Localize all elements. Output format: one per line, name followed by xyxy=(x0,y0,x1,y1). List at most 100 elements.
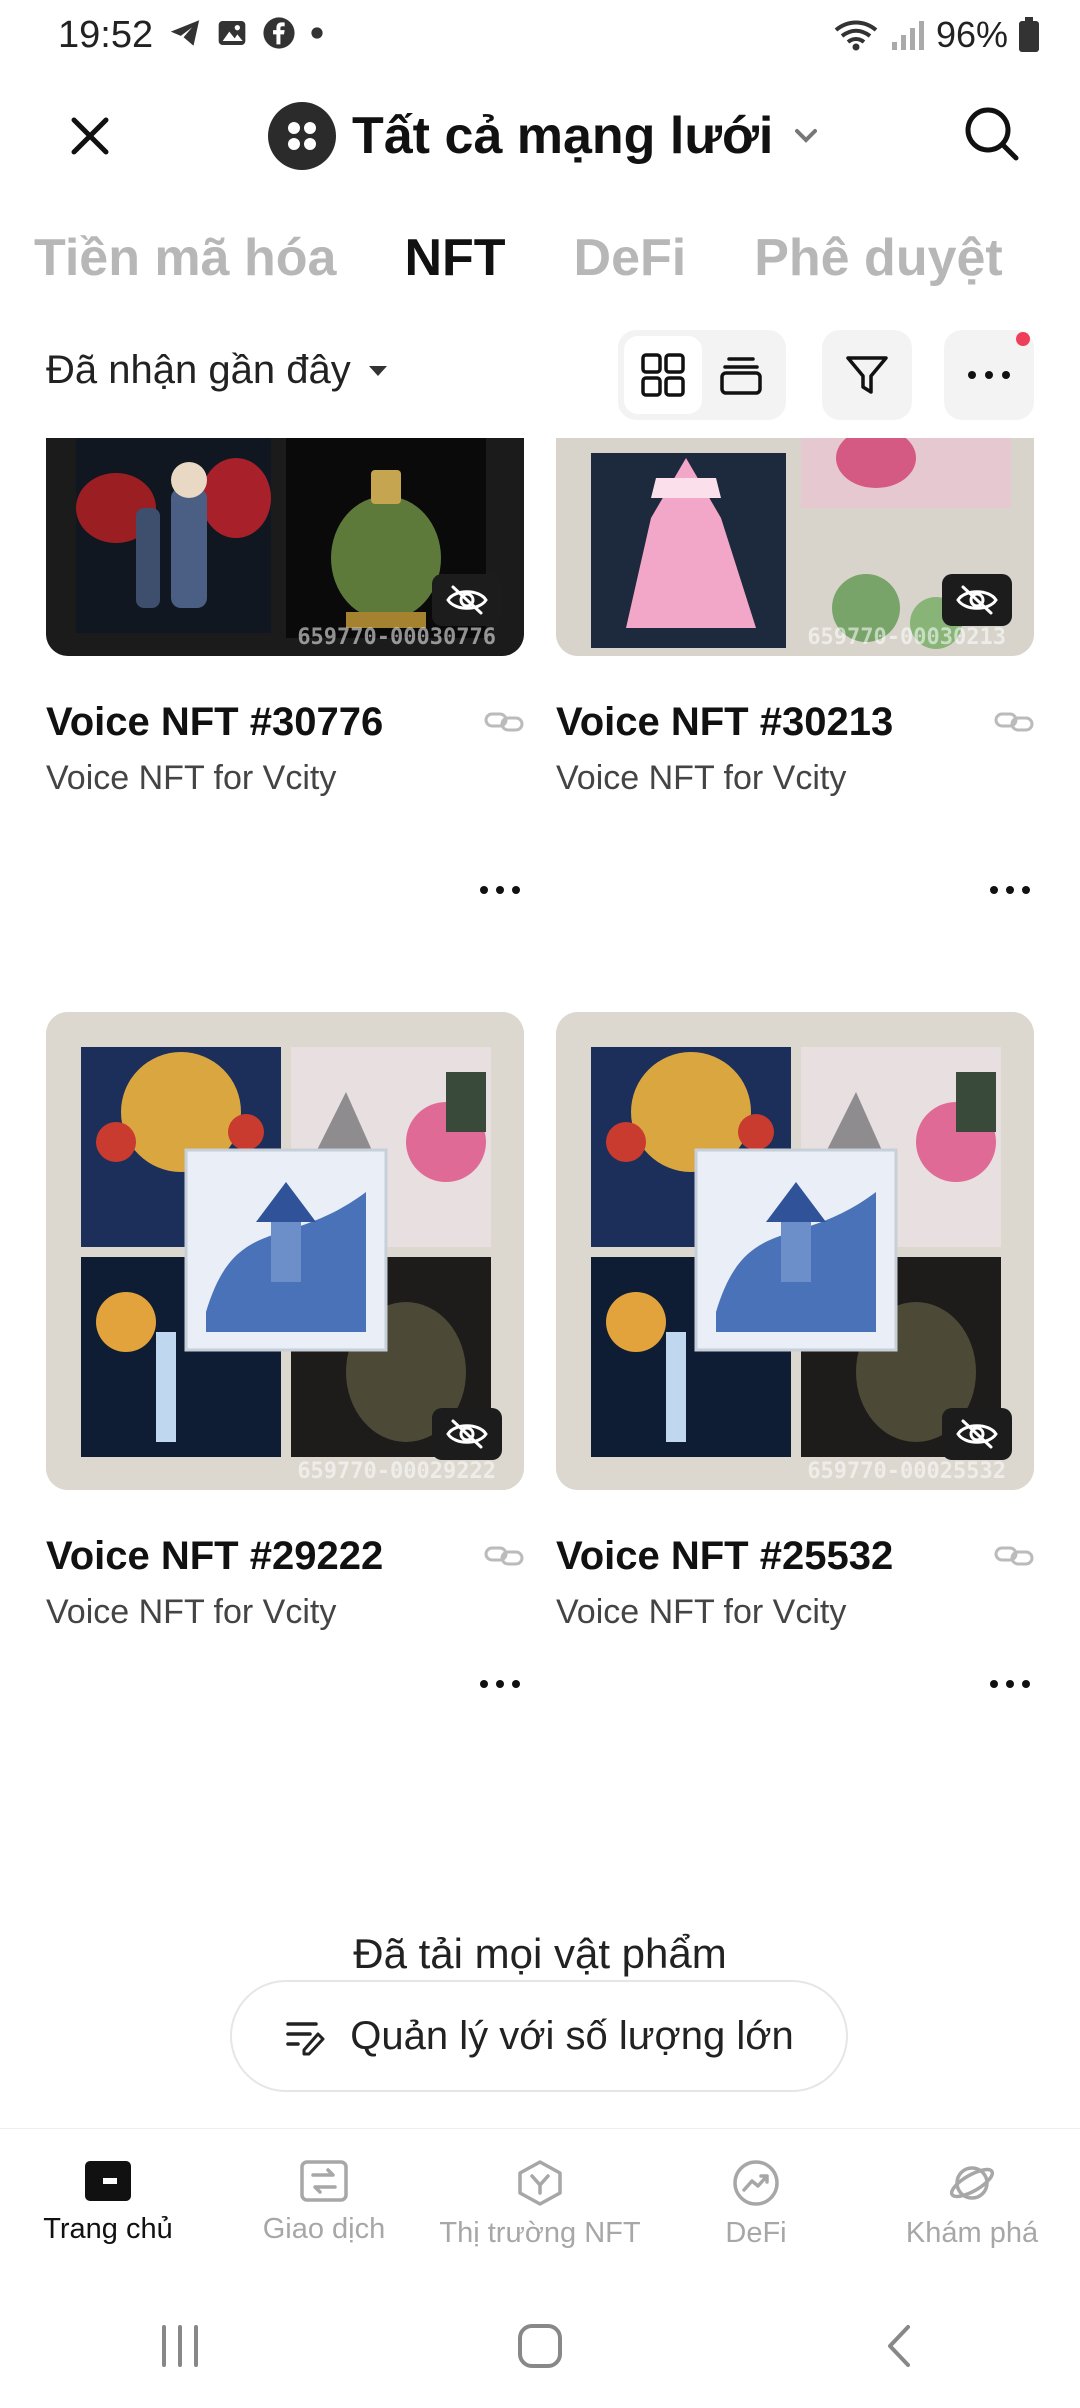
nft-title: Voice NFT #29222 xyxy=(46,1534,384,1578)
nft-collection: Voice NFT for Vcity xyxy=(556,1593,847,1631)
tab-defi[interactable]: DeFi xyxy=(574,228,687,288)
filter-icon xyxy=(846,356,888,394)
defi-icon xyxy=(733,2160,779,2206)
home-icon[interactable] xyxy=(510,2321,570,2371)
nav-trade-label: Giao dịch xyxy=(262,2213,386,2245)
chevron-down-icon xyxy=(795,129,818,143)
serial-watermark: 659770-00029222 xyxy=(297,1459,496,1484)
nft-collection: Voice NFT for Vcity xyxy=(46,1593,337,1631)
header: Tất cả mạng lưới xyxy=(0,90,1080,200)
tab-crypto[interactable]: Tiền mã hóa xyxy=(34,228,336,288)
status-bar: 19:52 96% xyxy=(0,0,1080,72)
nft-title: Voice NFT #30776 xyxy=(46,700,384,744)
nav-home-label: Trang chủ xyxy=(43,2213,173,2245)
search-icon xyxy=(965,107,1019,161)
search-button[interactable] xyxy=(960,102,1024,166)
system-nav-bar xyxy=(0,2284,1080,2408)
nft-collection: Voice NFT for Vcity xyxy=(46,759,337,797)
signal-icon xyxy=(891,21,924,50)
notification-dot xyxy=(1016,332,1030,346)
nft-grid: 659770-00030776 Voice NFT #30776 Voice N… xyxy=(0,438,1080,2128)
nft-title: Voice NFT #30213 xyxy=(556,700,894,744)
wifi-icon xyxy=(834,20,878,51)
system-status-icons: 96% xyxy=(832,14,1040,56)
facebook-icon xyxy=(263,17,295,49)
recent-apps-icon[interactable] xyxy=(150,2321,210,2371)
more-options-button[interactable] xyxy=(944,330,1034,420)
network-label: Tất cả mạng lưới xyxy=(352,107,774,165)
nav-home[interactable]: Trang chủ xyxy=(0,2129,216,2284)
nav-defi[interactable]: DeFi xyxy=(648,2129,864,2284)
hidden-badge xyxy=(432,574,502,626)
caret-down-icon xyxy=(368,365,387,376)
telegram-icon xyxy=(170,20,200,46)
close-icon xyxy=(71,117,109,155)
back-icon[interactable] xyxy=(870,2321,930,2371)
swap-icon xyxy=(300,2160,348,2202)
nft-collection: Voice NFT for Vcity xyxy=(556,759,847,797)
nft-image[interactable]: 659770-00030213 xyxy=(556,438,1034,656)
gallery-icon xyxy=(218,21,246,45)
more-horizontal-icon xyxy=(968,371,1010,379)
card-more-button[interactable] xyxy=(450,1664,520,1704)
collection-view-button[interactable] xyxy=(702,336,780,414)
nav-nft-market[interactable]: Thị trường NFT xyxy=(432,2129,648,2284)
sort-label: Đã nhận gần đây xyxy=(46,348,351,392)
eye-off-icon xyxy=(446,585,488,615)
view-toggle xyxy=(618,330,786,420)
nav-explore-label: Khám phá xyxy=(905,2217,1039,2249)
nft-card[interactable]: 659770-00025532 Voice NFT #25532 Voice N… xyxy=(556,1012,1034,1688)
hidden-badge xyxy=(942,1408,1012,1460)
nft-image[interactable]: 659770-00029222 xyxy=(46,1012,524,1490)
all-loaded-message: Đã tải mọi vật phẩm xyxy=(353,1930,727,1977)
bulk-manage-button[interactable]: Quản lý với số lượng lớn xyxy=(230,1980,848,2092)
nft-card[interactable]: 659770-00029222 Voice NFT #29222 Voice N… xyxy=(46,1012,524,1688)
bulk-manage-label: Quản lý với số lượng lớn xyxy=(350,2013,794,2058)
serial-watermark: 659770-00030213 xyxy=(807,625,1006,650)
nav-trade[interactable]: Giao dịch xyxy=(216,2129,432,2284)
eye-off-icon xyxy=(446,1419,488,1449)
bottom-nav: Trang chủ Giao dịch Thị trường NFT DeFi … xyxy=(0,2128,1080,2284)
stack-icon xyxy=(720,357,762,395)
grid-view-button[interactable] xyxy=(624,336,702,414)
nft-market-icon xyxy=(518,2160,562,2206)
dot-icon xyxy=(311,27,323,39)
sort-dropdown[interactable]: Đã nhận gần đây xyxy=(46,348,387,393)
card-more-button[interactable] xyxy=(960,870,1030,910)
eye-off-icon xyxy=(956,1419,998,1449)
hidden-badge xyxy=(942,574,1012,626)
nft-image[interactable]: 659770-00030776 xyxy=(46,438,524,656)
status-time: 19:52 xyxy=(58,14,154,56)
nav-explore[interactable]: Khám phá xyxy=(864,2129,1080,2284)
grid-icon xyxy=(641,353,685,397)
all-networks-icon xyxy=(268,102,336,170)
nav-nft-market-label: Thị trường NFT xyxy=(439,2217,641,2249)
wallet-icon xyxy=(85,2161,131,2201)
serial-watermark: 659770-00025532 xyxy=(807,1459,1006,1484)
nft-title: Voice NFT #25532 xyxy=(556,1534,894,1578)
battery-percent: 96% xyxy=(935,14,1008,55)
hidden-badge xyxy=(432,1408,502,1460)
edit-list-icon xyxy=(286,2022,325,2056)
explore-planet-icon xyxy=(949,2166,995,2200)
nav-defi-label: DeFi xyxy=(725,2217,787,2249)
eye-off-icon xyxy=(956,585,998,615)
close-button[interactable] xyxy=(62,108,118,164)
tab-approvals[interactable]: Phê duyệt xyxy=(754,228,1003,288)
serial-watermark: 659770-00030776 xyxy=(297,625,496,650)
nft-card[interactable]: 659770-00030776 Voice NFT #30776 Voice N… xyxy=(46,438,524,894)
filter-row: Đã nhận gần đây xyxy=(0,330,1080,420)
network-selector[interactable]: Tất cả mạng lưới xyxy=(268,96,823,176)
link-icon xyxy=(994,712,1034,732)
card-more-button[interactable] xyxy=(450,870,520,910)
nft-image[interactable]: 659770-00025532 xyxy=(556,1012,1034,1490)
card-more-button[interactable] xyxy=(960,1664,1030,1704)
link-icon xyxy=(994,1546,1034,1566)
link-icon xyxy=(484,1546,524,1566)
link-icon xyxy=(484,712,524,732)
tab-nft[interactable]: NFT xyxy=(404,228,505,288)
notification-icons xyxy=(168,16,324,50)
battery-icon xyxy=(1019,17,1039,52)
nft-card[interactable]: 659770-00030213 Voice NFT #30213 Voice N… xyxy=(556,438,1034,894)
filter-button[interactable] xyxy=(822,330,912,420)
